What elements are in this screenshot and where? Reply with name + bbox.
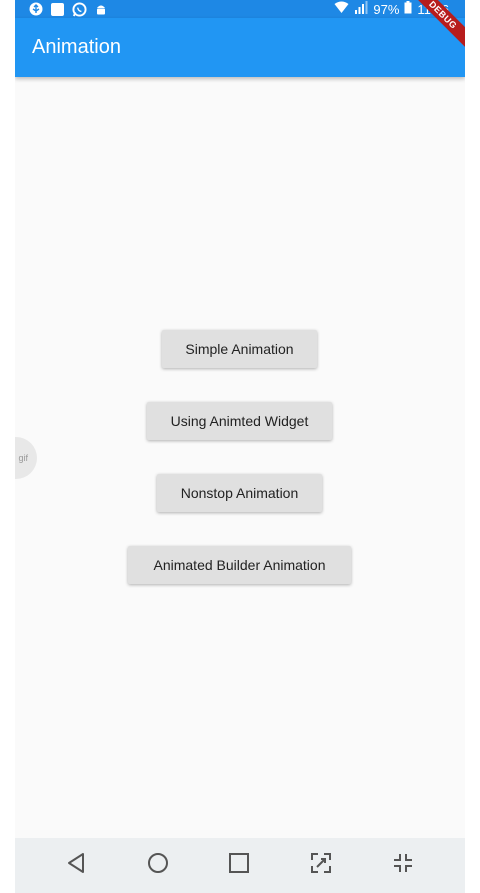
battery-icon — [404, 1, 412, 17]
battery-percent: 97% — [373, 1, 400, 17]
recents-icon — [228, 852, 250, 879]
using-animated-widget-button[interactable]: Using Animted Widget — [147, 402, 332, 440]
navigation-bar — [15, 838, 465, 893]
main-content: Simple Animation Using Animted Widget No… — [15, 77, 465, 838]
app-window: 97% 11:06 Animation DEBUG Simple Animati… — [15, 0, 465, 893]
whatsapp-icon — [72, 2, 87, 17]
recents-button[interactable] — [219, 838, 259, 893]
page-title: Animation — [32, 36, 121, 58]
gif-label: gif — [18, 453, 28, 463]
notification-square-icon — [51, 2, 64, 16]
home-icon — [147, 852, 169, 879]
usb-icon — [29, 2, 43, 16]
wifi-icon — [334, 1, 349, 17]
simple-animation-button[interactable]: Simple Animation — [162, 330, 317, 368]
animated-builder-animation-button[interactable]: Animated Builder Animation — [128, 546, 351, 584]
android-icon — [94, 2, 108, 16]
home-button[interactable] — [138, 838, 178, 893]
nonstop-animation-button[interactable]: Nonstop Animation — [157, 474, 322, 512]
collapse-icon — [392, 852, 414, 879]
collapse-button[interactable] — [383, 838, 423, 893]
back-button[interactable] — [56, 838, 96, 893]
signal-icon — [354, 1, 368, 17]
status-left — [29, 0, 108, 18]
app-bar: Animation — [15, 18, 465, 77]
expand-icon — [310, 852, 332, 879]
status-bar: 97% 11:06 — [15, 0, 465, 18]
expand-button[interactable] — [301, 838, 341, 893]
back-icon — [66, 852, 86, 879]
